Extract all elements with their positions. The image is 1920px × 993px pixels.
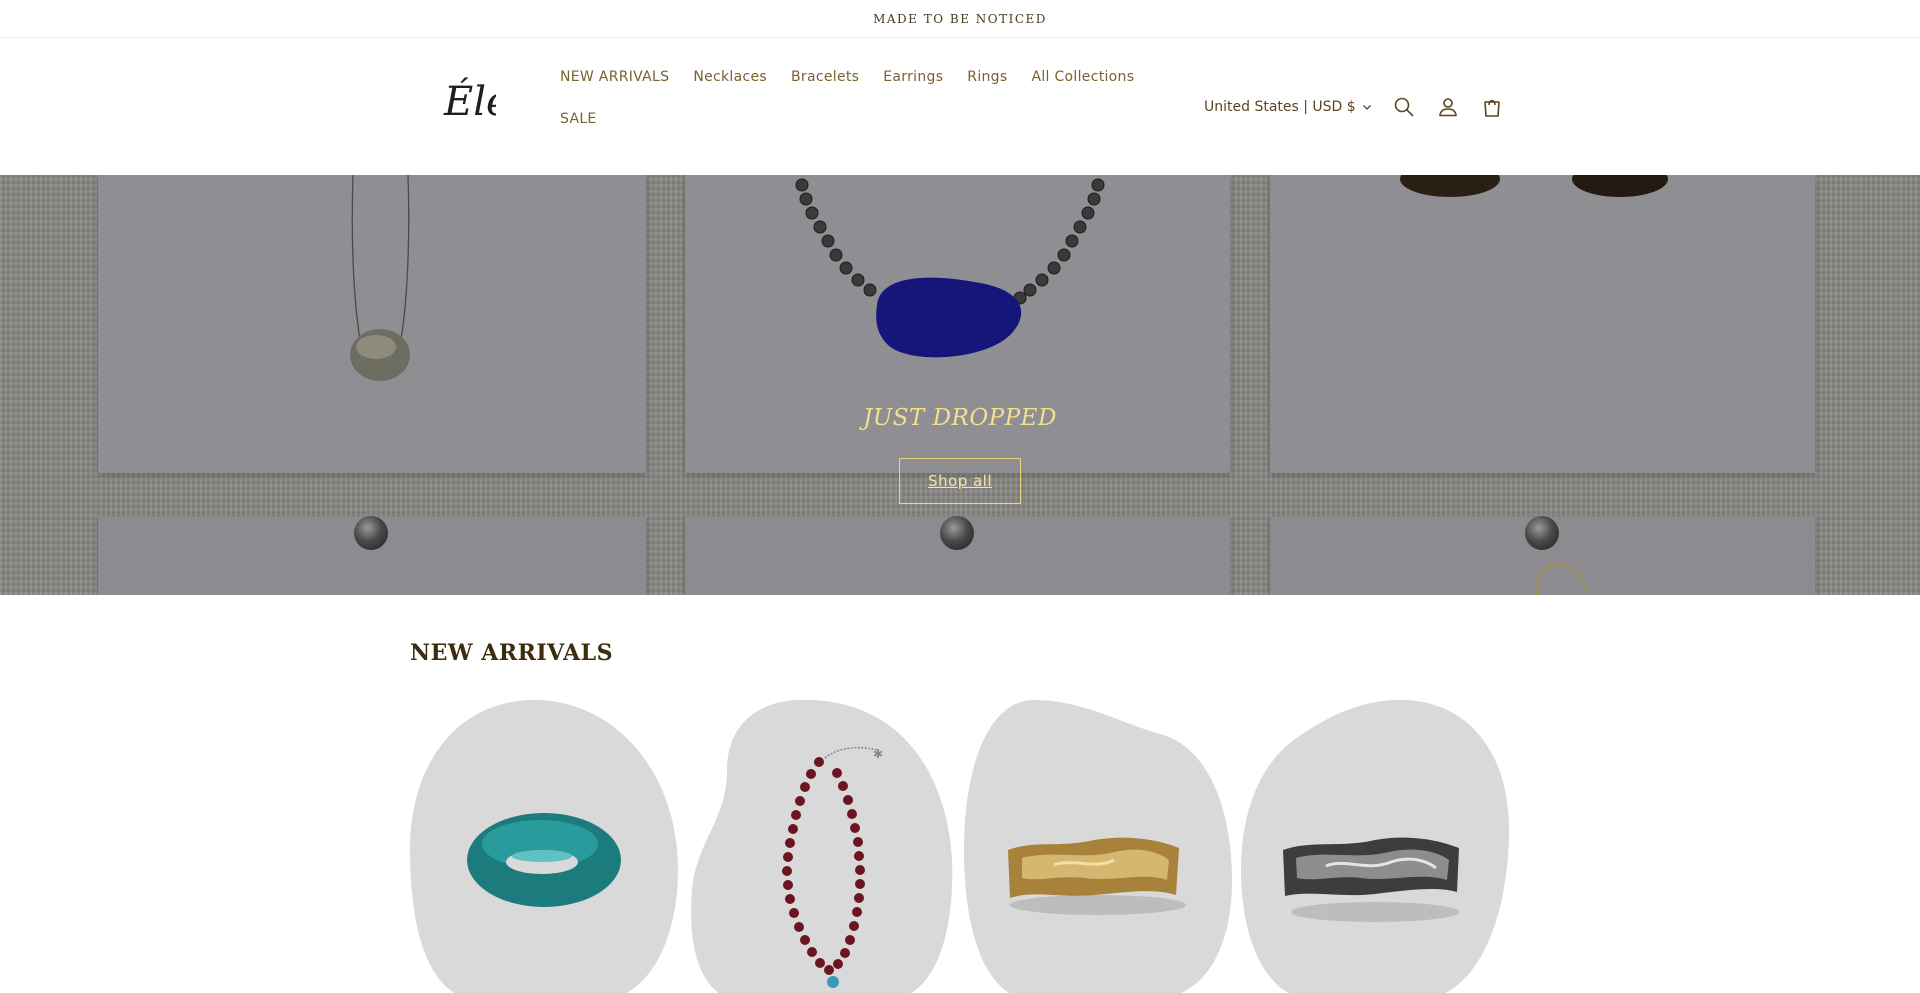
card-hole: [354, 516, 388, 550]
product-image-silver-cuff: [1241, 700, 1509, 993]
product-card[interactable]: [964, 700, 1232, 993]
country-selector[interactable]: United States | USD $: [1204, 97, 1372, 117]
product-image-gold-cuff: [964, 700, 1232, 993]
product-image-teal-bangle: [410, 700, 678, 993]
account-icon[interactable]: [1436, 95, 1460, 119]
svg-text:✱: ✱: [873, 747, 883, 761]
card-hole: [940, 516, 974, 550]
chevron-down-icon: [1362, 105, 1371, 110]
nav-item-all-collections[interactable]: All Collections: [1022, 67, 1143, 87]
nav-item-earrings[interactable]: Earrings: [874, 67, 952, 87]
nav-item-bracelets[interactable]: Bracelets: [782, 67, 868, 87]
site-header: Éle NEW ARRIVALS Necklaces Bracelets Ear…: [0, 39, 1920, 174]
beaded-necklace-image: [795, 178, 1105, 358]
product-card[interactable]: [1241, 700, 1509, 993]
search-icon[interactable]: [1392, 95, 1416, 119]
product-grid: ✱: [410, 700, 1510, 993]
nav-item-rings[interactable]: Rings: [958, 67, 1016, 87]
nav-item-new-arrivals[interactable]: NEW ARRIVALS: [551, 67, 678, 87]
shop-all-button[interactable]: Shop all: [899, 458, 1021, 504]
cart-icon[interactable]: [1480, 95, 1504, 119]
main-nav: NEW ARRIVALS Necklaces Bracelets Earring…: [560, 67, 1160, 129]
product-image-beaded-necklace: ✱: [691, 700, 953, 993]
pendant-necklace-image: [350, 175, 410, 381]
section-title: NEW ARRIVALS: [410, 640, 613, 666]
product-card[interactable]: ✱: [687, 700, 955, 993]
announcement-bar: MADE TO BE NOTICED: [0, 0, 1920, 38]
country-selector-label: United States | USD $: [1204, 99, 1356, 115]
hero-banner: JUST DROPPED Shop all: [0, 175, 1920, 595]
product-card[interactable]: [410, 700, 678, 993]
nav-item-sale[interactable]: SALE: [551, 109, 606, 129]
announcement-text: MADE TO BE NOTICED: [873, 11, 1047, 26]
hero-title: JUST DROPPED: [863, 405, 1057, 431]
nav-item-necklaces[interactable]: Necklaces: [684, 67, 776, 87]
logo[interactable]: Éle: [442, 77, 510, 127]
svg-text:Éle: Éle: [443, 78, 496, 125]
card-hole: [1525, 516, 1559, 550]
earrings-image: [1400, 175, 1668, 197]
logo-icon: Éle: [443, 78, 510, 125]
chain-image: [1535, 562, 1588, 595]
